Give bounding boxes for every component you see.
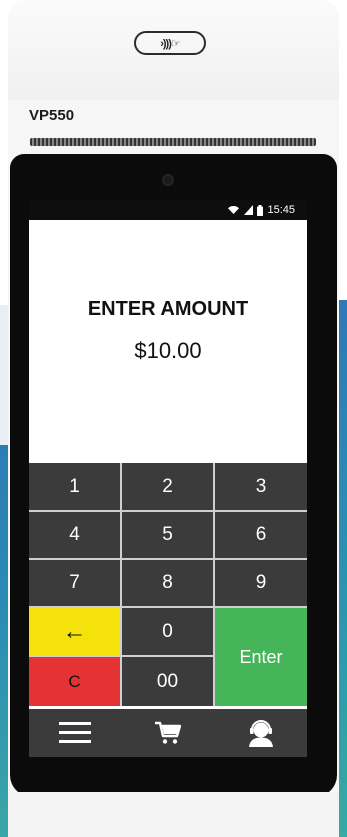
key-8[interactable]: 8: [122, 560, 213, 606]
camera-icon: [164, 176, 172, 184]
page-title: ENTER AMOUNT: [87, 298, 249, 320]
model-label: VP550: [29, 107, 75, 124]
amount-display: $10.00: [134, 338, 202, 363]
bottom-navbar: [29, 709, 307, 757]
menu-icon: [59, 722, 92, 743]
battery-icon: [257, 204, 264, 216]
key-3[interactable]: 3: [215, 463, 307, 510]
key-5[interactable]: 5: [122, 512, 213, 558]
menu-button[interactable]: [45, 713, 105, 753]
key-1[interactable]: 1: [29, 463, 120, 510]
wifi-icon: [228, 206, 240, 214]
clear-button[interactable]: C: [29, 657, 120, 706]
terminal-bottom: [8, 792, 339, 837]
cart-button[interactable]: [138, 713, 198, 753]
backspace-button[interactable]: ←: [29, 608, 120, 655]
key-00[interactable]: 00: [122, 657, 213, 706]
key-4[interactable]: 4: [29, 512, 120, 558]
key-2[interactable]: 2: [122, 463, 213, 510]
touch-screen: 15:45 ENTER AMOUNT $10.00 1 2 3 4 5 6 7 …: [29, 200, 307, 757]
signal-icon: [244, 205, 254, 215]
contactless-icon: ›)))☞: [134, 31, 206, 55]
support-button[interactable]: [231, 713, 291, 753]
cart-icon: [154, 721, 181, 744]
keypad: 1 2 3 4 5 6 7 8 9 ← 0 Enter C 00: [29, 463, 307, 706]
key-7[interactable]: 7: [29, 560, 120, 606]
support-agent-icon: [248, 720, 273, 747]
contactless-symbol: ›)))☞: [160, 37, 180, 50]
printer-slot: [30, 138, 316, 146]
enter-button[interactable]: Enter: [215, 608, 307, 706]
status-bar: 15:45: [29, 200, 307, 220]
status-time: 15:45: [267, 204, 295, 216]
key-6[interactable]: 6: [215, 512, 307, 558]
key-9[interactable]: 9: [215, 560, 307, 606]
key-0[interactable]: 0: [122, 608, 213, 655]
